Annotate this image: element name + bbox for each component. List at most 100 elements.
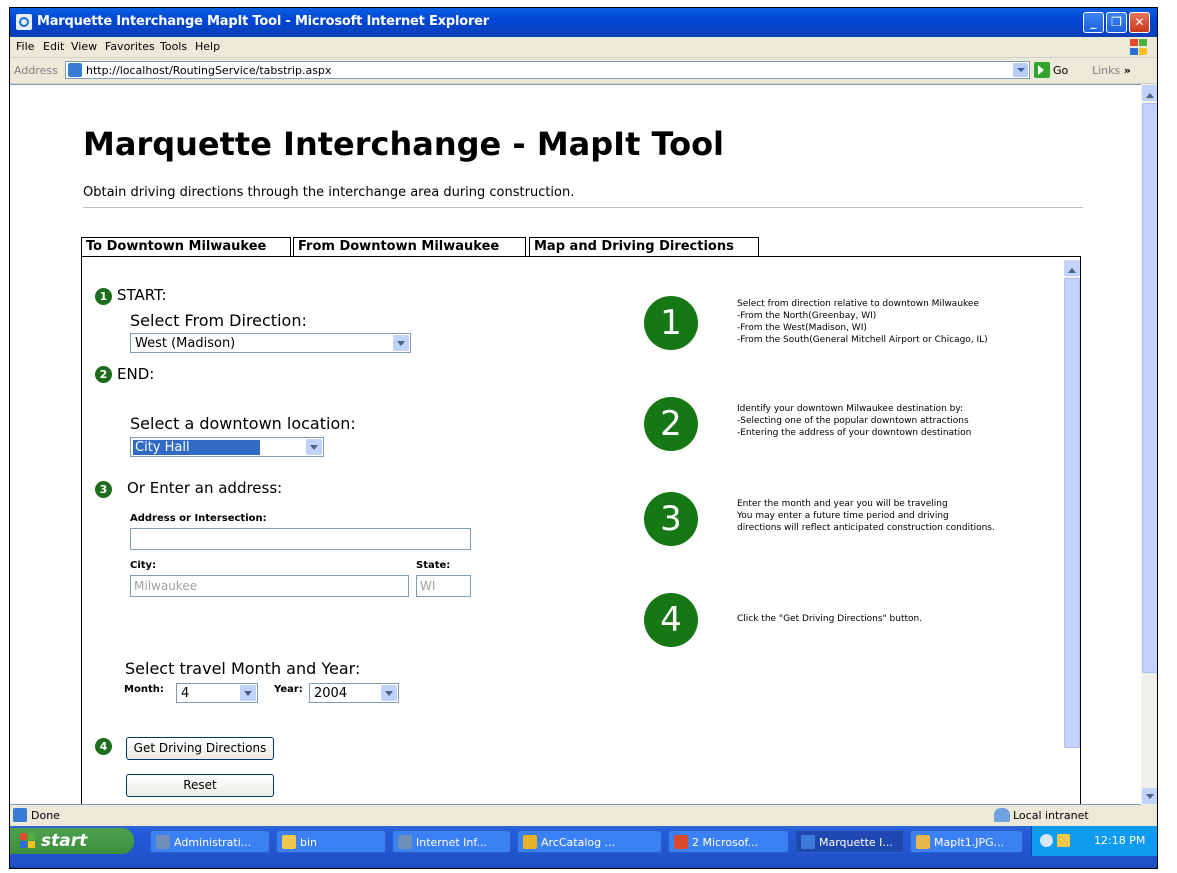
panel-scroll-thumb[interactable] (1064, 278, 1080, 748)
month-year-label: Select travel Month and Year: (125, 659, 361, 678)
instruction-1-text: Select from direction relative to downto… (737, 298, 988, 346)
year-value: 2004 (314, 686, 348, 701)
get-directions-button[interactable]: Get Driving Directions (126, 737, 274, 760)
from-direction-select[interactable]: West (Madison) (130, 333, 411, 353)
windows-logo-icon (1127, 38, 1149, 56)
start-label: start (41, 831, 88, 851)
menu-help[interactable]: Help (195, 40, 220, 53)
instruction-line: Identify your downtown Milwaukee destina… (737, 404, 964, 414)
menu-edit[interactable]: Edit (43, 40, 64, 53)
taskbar: start Administrati... bin Internet Inf..… (10, 826, 1157, 868)
instruction-line: -From the North(Greenbay, WI) (737, 311, 877, 321)
page-icon (68, 63, 82, 77)
office-icon (674, 835, 688, 849)
instruction-1-badge: 1 (644, 296, 698, 350)
instruction-3-text: Enter the month and year you will be tra… (737, 498, 995, 534)
month-select[interactable]: 4 (176, 683, 258, 703)
page-subtitle: Obtain driving directions through the in… (83, 185, 575, 200)
scroll-up-icon[interactable] (1142, 85, 1157, 101)
chevron-down-icon[interactable] (393, 335, 409, 351)
links-toolbar[interactable]: Links » (1092, 64, 1131, 77)
from-direction-value: West (Madison) (135, 336, 236, 351)
taskbar-item[interactable]: MapIt1.JPG... (910, 830, 1023, 853)
folder-icon (282, 835, 296, 849)
divider (83, 207, 1083, 208)
close-button[interactable]: ✕ (1129, 12, 1150, 33)
instruction-line: Click the "Get Driving Directions" butto… (737, 614, 923, 624)
tab-panel: 1 START: Select From Direction: West (Ma… (81, 256, 1081, 804)
minimize-button[interactable]: _ (1083, 12, 1104, 33)
go-button[interactable]: Go (1053, 64, 1068, 77)
status-text: Done (31, 809, 60, 822)
chevron-down-icon[interactable] (240, 685, 256, 701)
address-field[interactable] (130, 528, 471, 550)
links-chevron-icon[interactable]: » (1124, 64, 1131, 77)
address-url: http://localhost/RoutingService/tabstrip… (86, 64, 332, 77)
panel-scrollbar[interactable] (1064, 260, 1080, 748)
taskbar-item[interactable]: Administrati... (150, 830, 270, 853)
taskbar-item-label: MapIt1.JPG... (934, 836, 1005, 849)
instruction-line: -Selecting one of the popular downtown a… (737, 416, 969, 426)
taskbar-item[interactable]: Internet Inf... (392, 830, 511, 853)
menu-view[interactable]: View (71, 40, 97, 53)
taskbar-item-active[interactable]: Marquette I... (795, 830, 904, 853)
scroll-down-icon[interactable] (1142, 788, 1157, 804)
chevron-down-icon[interactable] (306, 439, 322, 455)
menu-favorites[interactable]: Favorites (105, 40, 155, 53)
taskbar-item-label: 2 Microsof... (692, 836, 759, 849)
location-select[interactable]: City Hall (130, 437, 324, 457)
end-label: END: (117, 365, 155, 383)
reset-button[interactable]: Reset (126, 774, 274, 797)
tab-to-downtown[interactable]: To Downtown Milwaukee (81, 237, 291, 256)
instruction-2-badge: 2 (644, 397, 698, 451)
menu-tools[interactable]: Tools (160, 40, 187, 53)
page-scroll-thumb[interactable] (1142, 103, 1157, 673)
maximize-button[interactable]: ❐ (1106, 12, 1127, 33)
scroll-up-icon[interactable] (1064, 260, 1080, 276)
city-field[interactable]: Milwaukee (130, 575, 409, 597)
status-bar: Done Local intranet (10, 805, 1157, 826)
chevron-down-icon[interactable] (381, 685, 397, 701)
tab-from-downtown[interactable]: From Downtown Milwaukee (293, 237, 526, 256)
title-bar[interactable]: Marquette Interchange MapIt Tool - Micro… (10, 8, 1157, 37)
zone-text: Local intranet (1013, 809, 1089, 822)
instruction-line: Enter the month and year you will be tra… (737, 499, 948, 509)
instruction-line: directions will reflect anticipated cons… (737, 523, 995, 533)
local-intranet-icon (994, 808, 1010, 822)
step-3-badge: 3 (95, 481, 112, 498)
window-title: Marquette Interchange MapIt Tool - Micro… (37, 14, 489, 29)
address-input[interactable]: http://localhost/RoutingService/tabstrip… (65, 61, 1030, 79)
instruction-4-badge: 4 (644, 593, 698, 647)
tab-map-directions[interactable]: Map and Driving Directions (529, 237, 759, 256)
links-label: Links (1092, 64, 1121, 77)
menu-bar: File Edit View Favorites Tools Help (10, 37, 1157, 58)
folder-icon (156, 835, 170, 849)
step-1-badge: 1 (95, 288, 112, 305)
page-title: Marquette Interchange - MapIt Tool (83, 125, 725, 163)
month-value: 4 (181, 686, 190, 701)
page-done-icon (13, 808, 27, 822)
address-dropdown-icon[interactable] (1013, 63, 1028, 77)
location-label: Select a downtown location: (130, 414, 356, 433)
year-select[interactable]: 2004 (309, 683, 399, 703)
start-button[interactable]: start (10, 828, 134, 854)
taskbar-item-label: Internet Inf... (416, 836, 487, 849)
menu-file[interactable]: File (16, 40, 34, 53)
go-arrow-icon[interactable] (1034, 62, 1050, 78)
clock[interactable]: 12:18 PM (1094, 834, 1145, 847)
address-label: Address (14, 64, 58, 77)
page-viewport: Marquette Interchange - MapIt Tool Obtai… (10, 84, 1141, 805)
year-label: Year: (274, 684, 303, 695)
taskbar-item[interactable]: bin (276, 830, 386, 853)
tray-icon[interactable] (1057, 834, 1070, 847)
taskbar-item[interactable]: 2 Microsof... (668, 830, 789, 853)
browser-window: Marquette Interchange MapIt Tool - Micro… (9, 7, 1158, 869)
state-label: State: (416, 560, 451, 571)
state-field[interactable]: WI (416, 575, 471, 597)
from-direction-label: Select From Direction: (130, 311, 307, 330)
taskbar-item[interactable]: ArcCatalog ... (517, 830, 662, 853)
city-value: Milwaukee (134, 579, 198, 593)
tray-icon[interactable] (1040, 834, 1053, 847)
page-scrollbar[interactable] (1141, 84, 1157, 805)
address-bar: Address http://localhost/RoutingService/… (10, 58, 1157, 84)
